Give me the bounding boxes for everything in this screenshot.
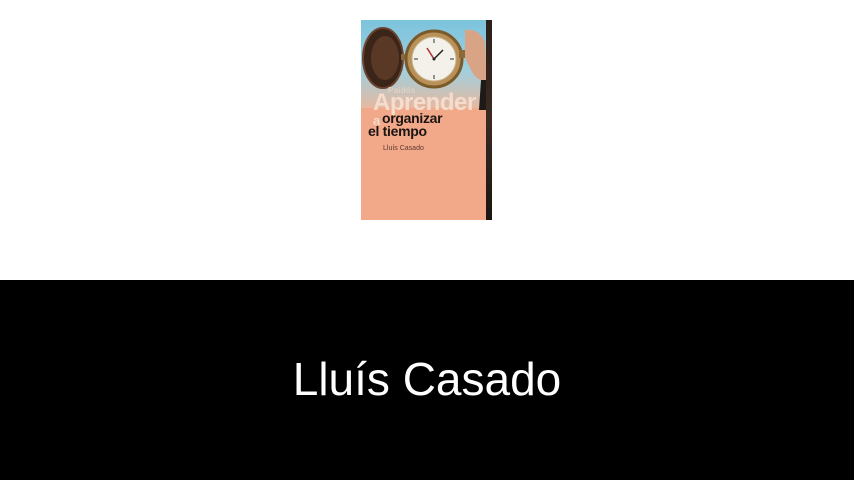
cover-author-name: Lluís Casado — [383, 145, 424, 152]
cover-spine — [486, 20, 492, 220]
top-area: Paidós Aprender a organizar el tiempo Ll… — [0, 0, 854, 280]
book-cover-image[interactable]: Paidós Aprender a organizar el tiempo Ll… — [361, 20, 492, 220]
cover-title-tiempo: el tiempo — [368, 123, 427, 139]
author-name-heading: Lluís Casado — [292, 353, 562, 405]
